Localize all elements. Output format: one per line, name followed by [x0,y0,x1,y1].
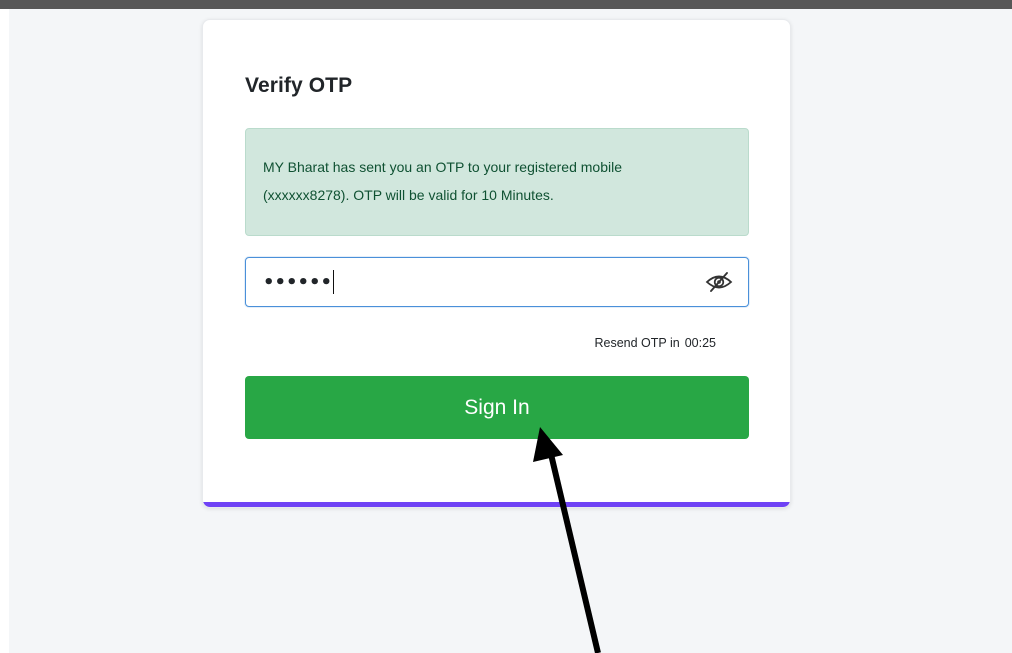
otp-masked-value: •••••• [263,271,333,293]
otp-sent-alert: MY Bharat has sent you an OTP to your re… [245,128,749,236]
resend-countdown: 00:25 [684,336,716,350]
eye-slash-icon[interactable] [704,270,734,294]
sign-in-button[interactable]: Sign In [245,376,749,439]
otp-input[interactable]: •••••• [263,268,683,296]
page-title: Verify OTP [245,74,353,97]
otp-card: Verify OTP MY Bharat has sent you an OTP… [202,19,791,508]
card-accent-bar [203,502,790,507]
top-bar [0,0,1012,9]
resend-otp-text: Resend OTP in 00:25 [594,336,716,350]
alert-line-2: (xxxxxx8278). OTP will be valid for 10 M… [263,187,554,203]
resend-label: Resend OTP in [594,336,680,350]
text-caret [333,270,335,294]
otp-field[interactable]: •••••• [245,257,749,307]
alert-line-1: MY Bharat has sent you an OTP to your re… [263,159,623,175]
